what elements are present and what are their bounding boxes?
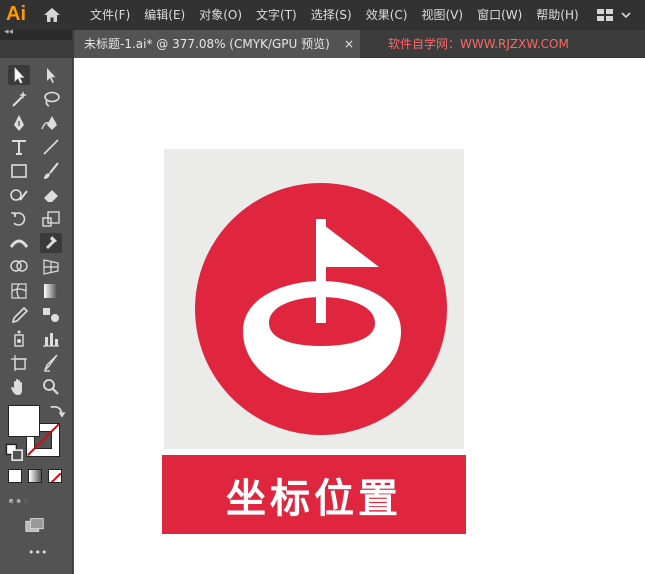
drawing-modes-icon[interactable] [8, 491, 64, 507]
menu-help[interactable]: 帮助(H) [536, 0, 578, 30]
menu-bar: Ai 文件(F) 编辑(E) 对象(O) 文字(T) 选择(S) 效果(C) 视… [0, 0, 645, 30]
blend-tool-icon[interactable] [40, 305, 62, 325]
pole-bridge-shape [316, 281, 326, 323]
shape-builder-tool-icon[interactable] [8, 257, 30, 277]
pen-tool-icon[interactable] [8, 113, 30, 133]
location-pin-logo[interactable] [195, 183, 447, 435]
menu-type[interactable]: 文字(T) [256, 0, 297, 30]
column-graph-tool-icon[interactable] [40, 329, 62, 349]
label-banner[interactable]: 坐标位置 [162, 455, 466, 534]
gradient-tool-icon[interactable] [40, 281, 62, 301]
collapse-panel-icon[interactable]: ◂◂ [4, 27, 13, 37]
width-tool-icon[interactable] [8, 233, 30, 253]
color-mode-button[interactable] [8, 469, 22, 483]
none-mode-button[interactable] [48, 469, 62, 483]
screen-mode-icon[interactable] [24, 515, 48, 533]
hand-tool-icon[interactable] [8, 377, 30, 397]
document-tab[interactable]: 未标题-1.ai* @ 377.08% (CMYK/GPU 预览) × [74, 30, 360, 58]
workspace-switcher-icon[interactable] [596, 7, 636, 23]
tools-panel: ••• [0, 58, 73, 574]
gradient-mode-button[interactable] [28, 469, 42, 483]
puppet-warp-tool-icon[interactable] [40, 233, 62, 253]
artboard-tool-icon[interactable] [8, 353, 30, 373]
scale-tool-icon[interactable] [40, 209, 62, 229]
magic-wand-tool-icon[interactable] [8, 89, 30, 109]
swap-fill-stroke-icon[interactable] [46, 401, 66, 418]
zoom-tool-icon[interactable] [40, 377, 62, 397]
canvas-area[interactable]: 坐标位置 [74, 58, 645, 574]
main-menu: 文件(F) 编辑(E) 对象(O) 文字(T) 选择(S) 效果(C) 视图(V… [90, 0, 593, 30]
shaper-tool-icon[interactable] [8, 185, 30, 205]
mesh-tool-icon[interactable] [8, 281, 30, 301]
eyedropper-tool-icon[interactable] [8, 305, 30, 325]
menu-window[interactable]: 窗口(W) [477, 0, 522, 30]
menu-file[interactable]: 文件(F) [90, 0, 130, 30]
default-fill-stroke-icon[interactable] [4, 443, 23, 461]
paintbrush-tool-icon[interactable] [40, 161, 62, 181]
rotate-tool-icon[interactable] [8, 209, 30, 229]
line-segment-tool-icon[interactable] [40, 137, 62, 157]
fill-color-swatch[interactable] [8, 405, 40, 437]
banner-label-text: 坐标位置 [226, 475, 402, 522]
menu-edit[interactable]: 编辑(E) [144, 0, 185, 30]
curvature-tool-icon[interactable] [40, 113, 62, 133]
home-icon[interactable] [42, 5, 62, 25]
document-tab-title: 未标题-1.ai* @ 377.08% (CMYK/GPU 预览) [84, 37, 330, 51]
watermark-text: 软件自学网：WWW.RJZXW.COM [388, 37, 569, 51]
selection-tool-icon[interactable] [8, 65, 30, 85]
eraser-tool-icon[interactable] [40, 185, 62, 205]
menu-object[interactable]: 对象(O) [199, 0, 242, 30]
rectangle-tool-icon[interactable] [8, 161, 30, 181]
close-tab-icon[interactable]: × [344, 30, 354, 58]
tools-panel-header[interactable]: ◂◂ [0, 27, 72, 40]
menu-effect[interactable]: 效果(C) [366, 0, 408, 30]
symbol-sprayer-tool-icon[interactable] [8, 329, 30, 349]
app-logo: Ai [6, 3, 26, 25]
lasso-tool-icon[interactable] [40, 89, 62, 109]
type-tool-icon[interactable] [8, 137, 30, 157]
more-tools-icon[interactable]: ••• [28, 546, 47, 559]
direct-selection-tool-icon[interactable] [40, 65, 62, 85]
perspective-grid-tool-icon[interactable] [40, 257, 62, 277]
menu-select[interactable]: 选择(S) [311, 0, 352, 30]
slice-tool-icon[interactable] [40, 353, 62, 373]
menu-view[interactable]: 视图(V) [421, 0, 463, 30]
